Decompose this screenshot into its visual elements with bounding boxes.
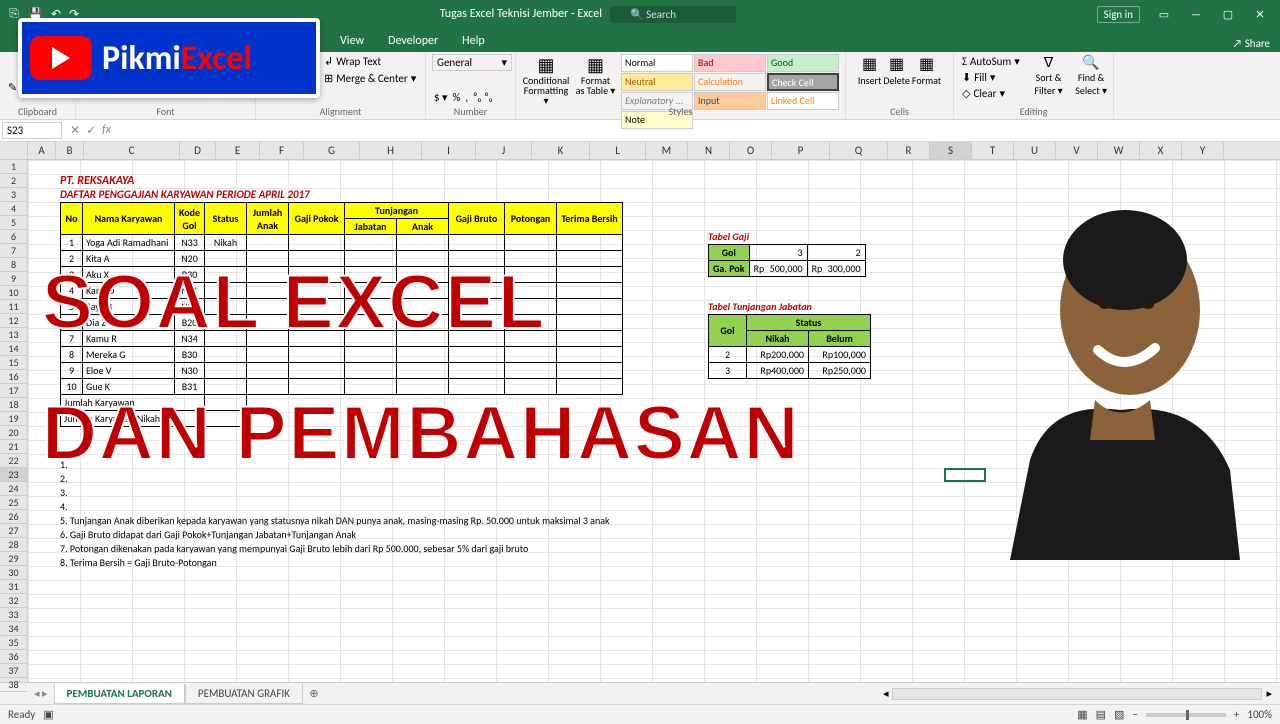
view-normal-icon[interactable]: ▦ xyxy=(1077,708,1087,721)
share-button[interactable]: ↗ Share xyxy=(1223,35,1280,52)
autosum-button[interactable]: Σ AutoSum ▾ xyxy=(960,54,1022,69)
number-format-dropdown[interactable]: General ▾ xyxy=(432,54,512,71)
horizontal-scrollbar[interactable] xyxy=(892,688,1262,700)
close-icon[interactable]: ✕ xyxy=(1244,0,1276,28)
tab-view[interactable]: View xyxy=(328,30,376,52)
play-icon xyxy=(30,36,92,80)
instruction-notes: 1.2.3.4.5. Tunjangan Anak diberikan kepa… xyxy=(60,458,610,570)
find-select-button[interactable]: 🔍Find &Select ▾ xyxy=(1075,54,1107,105)
table-tunjangan-label: Tabel Tunjangan Jabatan xyxy=(708,300,812,313)
active-cell xyxy=(944,468,986,482)
fx-icon[interactable]: fx xyxy=(102,123,111,138)
ribbon-options-icon[interactable]: ▭ xyxy=(1148,0,1180,28)
select-all-corner[interactable] xyxy=(0,142,28,159)
formula-input[interactable] xyxy=(117,130,1280,132)
channel-logo: PikmiExcel xyxy=(18,18,320,98)
format-as-table-button[interactable]: ▦Format as Table ▾ xyxy=(576,54,616,96)
column-headers[interactable]: AB CD EF GH IJ KL MN OP QR ST UV WX Y xyxy=(0,142,1280,160)
zoom-in-icon[interactable]: + xyxy=(1234,708,1239,721)
format-cells-button[interactable]: ▦Format xyxy=(912,54,941,87)
insert-cells-button[interactable]: ▦Insert xyxy=(858,54,882,87)
signin-button[interactable]: Sign in xyxy=(1097,6,1140,23)
add-sheet-button[interactable]: ⊕ xyxy=(303,687,325,700)
clear-button[interactable]: ◇ Clear ▾ xyxy=(960,86,1022,101)
tab-developer[interactable]: Developer xyxy=(376,30,450,52)
view-layout-icon[interactable]: ▤ xyxy=(1096,708,1106,721)
view-break-icon[interactable]: ▧ xyxy=(1114,708,1124,721)
status-bar: Ready ▣ ▦ ▤ ▧ − + 100% xyxy=(0,704,1280,724)
currency-buttons[interactable]: $ ▾ % , ⁰₀ ⁰₀ xyxy=(432,90,509,105)
row-headers[interactable]: 1234567891011121314151617181920212223242… xyxy=(0,160,28,682)
zoom-level[interactable]: 100% xyxy=(1247,708,1272,721)
worksheet-grid[interactable]: 1234567891011121314151617181920212223242… xyxy=(0,160,1280,682)
maximize-icon[interactable]: ▢ xyxy=(1212,0,1244,28)
sheet-nav-icon[interactable]: ◂ ▸ xyxy=(28,687,54,700)
payroll-table[interactable]: No Nama Karyawan Kode Gol Status Jumlah … xyxy=(60,202,623,427)
tab-help[interactable]: Help xyxy=(450,30,497,52)
sheet-tab-active[interactable]: PEMBUATAN LAPORAN xyxy=(54,684,185,704)
zoom-slider[interactable] xyxy=(1146,713,1226,717)
sheet-tab-bar: ◂ ▸ PEMBUATAN LAPORAN PEMBUATAN GRAFIK ⊕… xyxy=(0,682,1280,704)
table-gaji-label: Tabel Gaji xyxy=(708,230,749,243)
conditional-formatting-button[interactable]: ▦Conditional Formatting ▾ xyxy=(522,54,570,106)
wrap-text-button[interactable]: ↲ Wrap Text xyxy=(322,54,419,69)
minimize-icon[interactable]: — xyxy=(1180,0,1212,28)
report-title: DAFTAR PENGGAJIAN KARYAWAN PERIODE APRIL… xyxy=(60,188,310,201)
macro-record-icon[interactable]: ▣ xyxy=(43,708,53,721)
status-ready: Ready xyxy=(8,708,35,721)
zoom-out-icon[interactable]: − xyxy=(1132,708,1137,721)
name-box[interactable]: S23 xyxy=(2,122,62,139)
doc-title: Tugas Excel Teknisi Jember - Excel xyxy=(440,7,602,21)
fill-button[interactable]: ⬇ Fill ▾ xyxy=(960,70,1022,85)
sort-filter-button[interactable]: ᐁSort &Filter ▾ xyxy=(1034,54,1062,105)
table-gaji[interactable]: Gol32 Ga. PokRp500,000Rp300,000 xyxy=(708,244,866,277)
sheet-tab-2[interactable]: PEMBUATAN GRAFIK xyxy=(185,684,303,704)
enter-formula-icon[interactable]: ✓ xyxy=(86,123,96,138)
table-tunjangan[interactable]: GolStatus NikahBelum 2Rp200,000Rp100,000… xyxy=(708,314,871,379)
merge-center-button[interactable]: ⊞ Merge & Center ▾ xyxy=(322,71,419,86)
company-title: PT. REKSAKAYA xyxy=(60,174,134,188)
delete-cells-button[interactable]: ▦Delete xyxy=(883,54,910,87)
search-input[interactable]: 🔍 Search xyxy=(610,6,736,23)
cancel-formula-icon[interactable]: ✕ xyxy=(70,123,80,138)
